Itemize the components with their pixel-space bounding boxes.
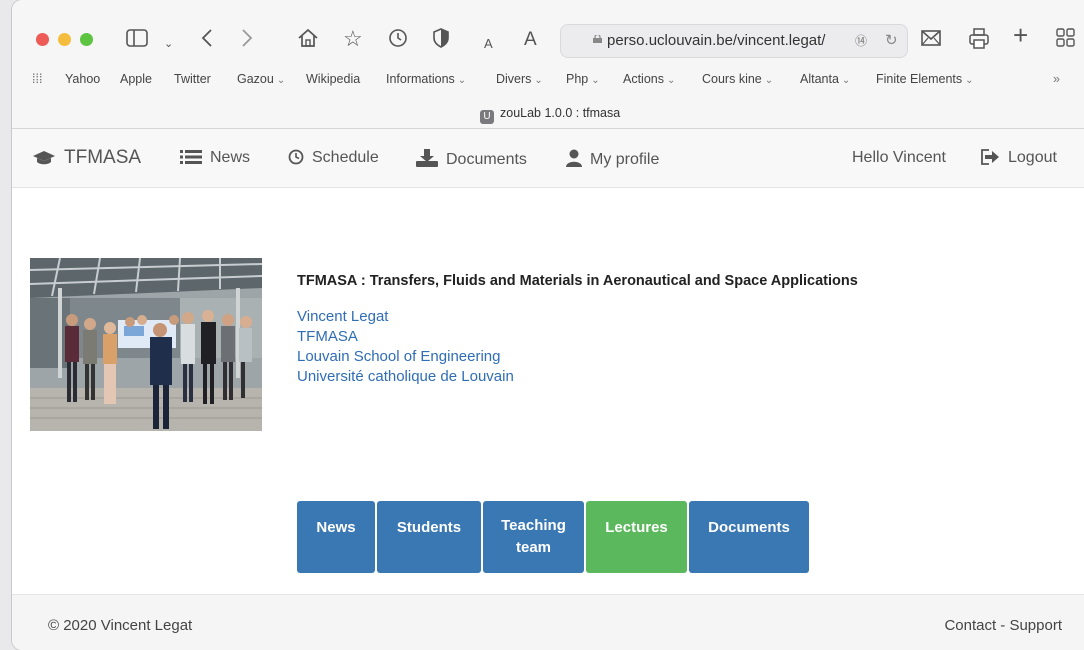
bookmark-folder[interactable]: Cours kine ⌄ — [702, 72, 773, 86]
bookmark-folder[interactable]: Divers ⌄ — [496, 72, 543, 86]
nav-logout-label: Logout — [1008, 149, 1057, 166]
link-louvain-school-of-engineering[interactable]: Louvain School of Engineering — [297, 347, 514, 367]
copyright-text: © 2020 Vincent Legat — [48, 617, 193, 634]
link-vincent-legat[interactable]: Vincent Legat — [297, 307, 514, 327]
chevron-down-icon: ⌄ — [841, 75, 851, 86]
graduation-cap-icon — [32, 150, 56, 172]
clock-icon — [288, 149, 304, 170]
active-tab[interactable]: UzouLab 1.0.0 : tfmasa — [480, 106, 620, 124]
tab-overview-icon[interactable] — [1056, 28, 1076, 48]
bookmark-item[interactable]: Apple — [120, 72, 152, 86]
brand-link[interactable]: TFMASA — [32, 147, 141, 172]
address-bar[interactable]: perso.uclouvain.be/vincent.legat/ ⑭ ↻ — [560, 24, 908, 58]
bookmark-label: Informations — [386, 72, 455, 86]
chevron-down-icon: ⌄ — [457, 75, 467, 86]
lock-icon — [593, 35, 602, 43]
text-larger-icon[interactable]: A — [524, 29, 537, 51]
contact-support-link[interactable]: Contact - Support — [944, 617, 1062, 634]
tab-bar: UzouLab 1.0.0 : tfmasa — [12, 102, 1084, 128]
download-icon — [416, 149, 438, 172]
bookmark-label: Apple — [120, 72, 152, 86]
text-smaller-icon[interactable]: A — [484, 33, 493, 55]
bookmark-label: Finite Elements — [876, 72, 963, 86]
link-tfmasa[interactable]: TFMASA — [297, 327, 514, 347]
bookmark-folder[interactable]: Altanta ⌄ — [800, 72, 850, 86]
privacy-shield-icon[interactable] — [432, 28, 450, 48]
bookmark-label: Cours kine — [702, 72, 762, 86]
bookmark-folder[interactable]: Actions ⌄ — [623, 72, 675, 86]
nav-my-profile-label: My profile — [590, 151, 660, 168]
tab-title: zouLab 1.0.0 : tfmasa — [500, 106, 621, 120]
page-headline: TFMASA : Transfers, Fluids and Materials… — [297, 273, 858, 289]
chevron-down-icon: ⌄ — [591, 75, 600, 86]
history-clock-icon[interactable] — [388, 28, 408, 48]
nav-news[interactable]: News — [180, 149, 250, 170]
bookmark-label: Gazou — [237, 72, 274, 86]
bookmark-folder[interactable]: Finite Elements ⌄ — [876, 72, 974, 86]
bookmark-label: Altanta — [800, 72, 839, 86]
url-text: perso.uclouvain.be/vincent.legat/ — [607, 32, 826, 49]
nav-news-label: News — [210, 149, 251, 166]
greeting-text: Hello Vincent — [852, 149, 946, 166]
list-icon — [180, 149, 202, 170]
home-icon[interactable] — [297, 28, 319, 48]
translate-icon[interactable]: ⑭ — [855, 32, 867, 49]
tile-students[interactable]: Students — [377, 501, 481, 573]
bookmark-label: Divers — [496, 72, 532, 86]
reload-icon[interactable]: ↻ — [885, 31, 898, 49]
bookmark-folder[interactable]: Php ⌄ — [566, 72, 600, 86]
bookmark-label: Actions — [623, 72, 664, 86]
affiliation-links: Vincent Legat TFMASA Louvain School of E… — [297, 307, 514, 387]
apps-grid-icon[interactable]: ⁞⁞⁞ — [32, 72, 42, 86]
forward-icon[interactable] — [240, 28, 254, 48]
print-icon[interactable] — [969, 28, 989, 50]
chevron-down-icon: ⌄ — [534, 75, 543, 86]
mail-icon[interactable] — [920, 28, 942, 48]
chevron-down-icon: ⌄ — [276, 75, 286, 86]
tile-news[interactable]: News — [297, 501, 375, 573]
zoom-window-button[interactable] — [80, 33, 93, 46]
bookmark-star-icon[interactable]: ☆ — [343, 28, 363, 50]
group-photo — [30, 258, 262, 431]
nav-schedule-label: Schedule — [312, 149, 379, 166]
link-universite-catholique-de-louvain[interactable]: Université catholique de Louvain — [297, 367, 514, 387]
nav-documents[interactable]: Documents — [416, 149, 527, 172]
tile-documents[interactable]: Documents — [689, 501, 809, 573]
user-icon — [566, 149, 582, 172]
bookmark-item[interactable]: Twitter — [174, 72, 211, 86]
bookmark-item[interactable]: Wikipedia — [306, 72, 360, 86]
tile-lectures[interactable]: Lectures — [586, 501, 687, 573]
new-tab-plus-icon[interactable]: + — [1013, 22, 1028, 48]
sidebar-icon[interactable] — [126, 28, 148, 48]
bookmark-folder[interactable]: Informations ⌄ — [386, 72, 466, 86]
bookmark-item[interactable]: Yahoo — [65, 72, 100, 86]
back-icon[interactable] — [200, 28, 214, 48]
chevron-down-icon: ⌄ — [667, 75, 676, 86]
nav-schedule[interactable]: Schedule — [288, 149, 379, 170]
bookmark-label: Wikipedia — [306, 72, 361, 86]
bookmark-label: Php — [566, 72, 589, 86]
chevron-down-icon: ⌄ — [764, 75, 774, 86]
chevron-down-icon: ⌄ — [965, 75, 974, 86]
site-footer: © 2020 Vincent Legat Contact - Support — [12, 594, 1084, 650]
sidebar-menu-chevron-icon[interactable]: ⌄ — [164, 33, 173, 55]
brand-label: TFMASA — [64, 147, 142, 168]
bookmarks-overflow-icon[interactable]: » — [1053, 72, 1060, 86]
nav-logout[interactable]: Logout — [980, 149, 1057, 170]
minimize-window-button[interactable] — [58, 33, 71, 46]
browser-toolbar: ⌄ ☆ A A perso.uclouvain.be/vincent.legat… — [12, 0, 1084, 129]
close-window-button[interactable] — [36, 33, 49, 46]
bookmark-label: Twitter — [174, 72, 211, 86]
site-navbar: TFMASA News Schedule Documents My profil… — [12, 129, 1084, 188]
nav-my-profile[interactable]: My profile — [566, 149, 659, 172]
bookmark-folder[interactable]: Gazou ⌄ — [237, 72, 285, 86]
tile-teaching-team[interactable]: Teaching team — [483, 501, 584, 573]
browser-window: ⌄ ☆ A A perso.uclouvain.be/vincent.legat… — [12, 0, 1084, 650]
logout-icon — [980, 149, 1000, 170]
favicon-icon: U — [480, 110, 494, 124]
bookmark-label: Yahoo — [65, 72, 101, 86]
nav-documents-label: Documents — [446, 151, 527, 168]
